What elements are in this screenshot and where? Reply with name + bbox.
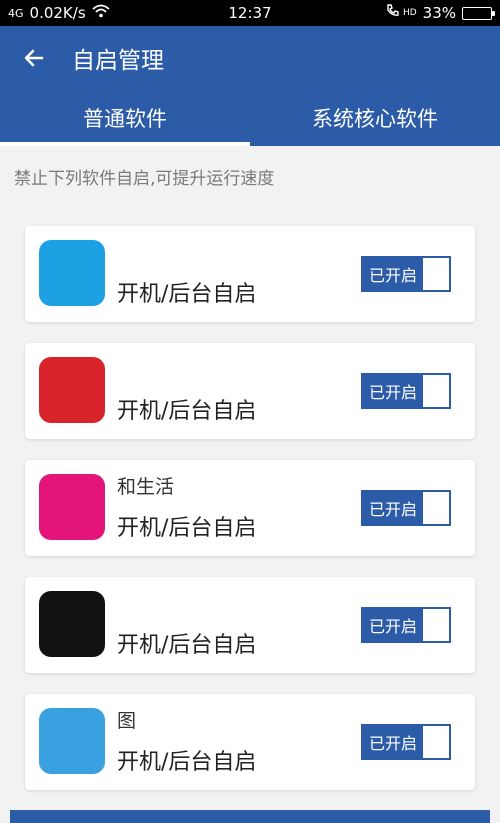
- app-autostart-desc: 开机/后台自启: [117, 750, 257, 775]
- bottom-action-bar[interactable]: [10, 810, 490, 823]
- app-autostart-desc: 开机/后台自启: [117, 399, 257, 424]
- page-title: 自启管理: [72, 48, 164, 74]
- app-name: 和生活: [117, 476, 175, 498]
- app-icon: [39, 357, 105, 423]
- status-bar: 4G 0.02K/s 12:37 HD 33%: [0, 0, 500, 26]
- app-autostart-desc: 开机/后台自启: [117, 633, 257, 658]
- toggle-label: 已开启: [363, 726, 423, 758]
- phone-icon: [385, 4, 401, 22]
- autostart-toggle[interactable]: 已开启: [361, 490, 451, 526]
- app-card: 和生活 开机/后台自启 已开启: [25, 460, 475, 556]
- autostart-toggle[interactable]: 已开启: [361, 373, 451, 409]
- status-right: HD 33%: [385, 4, 495, 22]
- network-icon: 4G: [8, 6, 24, 20]
- toggle-knob: [423, 375, 449, 407]
- battery-icon: [462, 6, 495, 20]
- wifi-icon: [92, 4, 110, 22]
- toggle-label: 已开启: [363, 609, 423, 641]
- app-autostart-desc: 开机/后台自启: [117, 516, 257, 541]
- toggle-knob: [423, 492, 449, 524]
- tab-normal-apps[interactable]: 普通软件: [0, 90, 250, 146]
- tab-label: 普通软件: [83, 107, 167, 131]
- app-icon: [39, 474, 105, 540]
- arrow-left-icon: [24, 49, 44, 67]
- status-left: 4G 0.02K/s: [8, 4, 110, 22]
- tab-system-apps[interactable]: 系统核心软件: [250, 90, 500, 146]
- app-autostart-desc: 开机/后台自启: [117, 282, 257, 307]
- tab-label: 系统核心软件: [312, 107, 438, 131]
- network-speed: 0.02K/s: [29, 4, 86, 22]
- toggle-knob: [423, 258, 449, 290]
- app-icon: [39, 591, 105, 657]
- hd-badge: HD: [402, 8, 417, 18]
- autostart-toggle[interactable]: 已开启: [361, 607, 451, 643]
- app-bar: 自启管理 普通软件 系统核心软件: [0, 26, 500, 146]
- tab-bar: 普通软件 系统核心软件: [0, 90, 500, 146]
- back-button[interactable]: [20, 44, 48, 72]
- app-card: 图 开机/后台自启 已开启: [25, 694, 475, 790]
- toggle-knob: [423, 609, 449, 641]
- toggle-label: 已开启: [363, 258, 423, 290]
- app-card: 开机/后台自启 已开启: [25, 343, 475, 439]
- app-name: 图: [117, 710, 137, 732]
- toggle-label: 已开启: [363, 375, 423, 407]
- app-card: 开机/后台自启 已开启: [25, 577, 475, 673]
- toggle-knob: [423, 726, 449, 758]
- app-icon: [39, 708, 105, 774]
- toggle-label: 已开启: [363, 492, 423, 524]
- battery-percent: 33%: [422, 4, 456, 22]
- toolbar: 自启管理: [0, 26, 500, 90]
- app-icon: [39, 240, 105, 306]
- hint-text: 禁止下列软件自启,可提升运行速度: [14, 169, 275, 189]
- app-card: 开机/后台自启 已开启: [25, 226, 475, 322]
- autostart-toggle[interactable]: 已开启: [361, 724, 451, 760]
- autostart-toggle[interactable]: 已开启: [361, 256, 451, 292]
